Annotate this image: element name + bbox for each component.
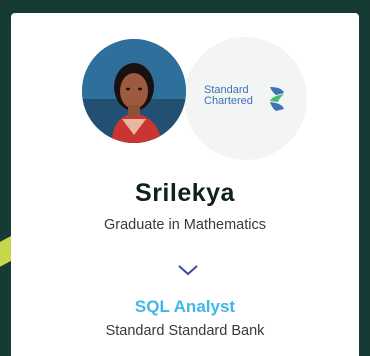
company-logo-text: Standard Chartered: [204, 85, 253, 107]
profile-role: SQL Analyst: [134, 297, 236, 316]
company-logo-badge: Standard Chartered: [184, 37, 307, 160]
person-photo-icon: [82, 39, 186, 143]
profile-name: Srilekya: [135, 179, 235, 207]
profile-avatar: [82, 39, 186, 143]
profile-company: Standard Standard Bank: [105, 323, 265, 339]
profile-degree: Graduate in Mathematics: [104, 217, 266, 233]
profile-card: Standard Chartered Srilekya Graduate in …: [11, 13, 359, 356]
standard-chartered-logo-icon: [270, 87, 284, 111]
chevron-down-icon[interactable]: [177, 264, 199, 276]
logo-line-2: Chartered: [204, 95, 253, 107]
